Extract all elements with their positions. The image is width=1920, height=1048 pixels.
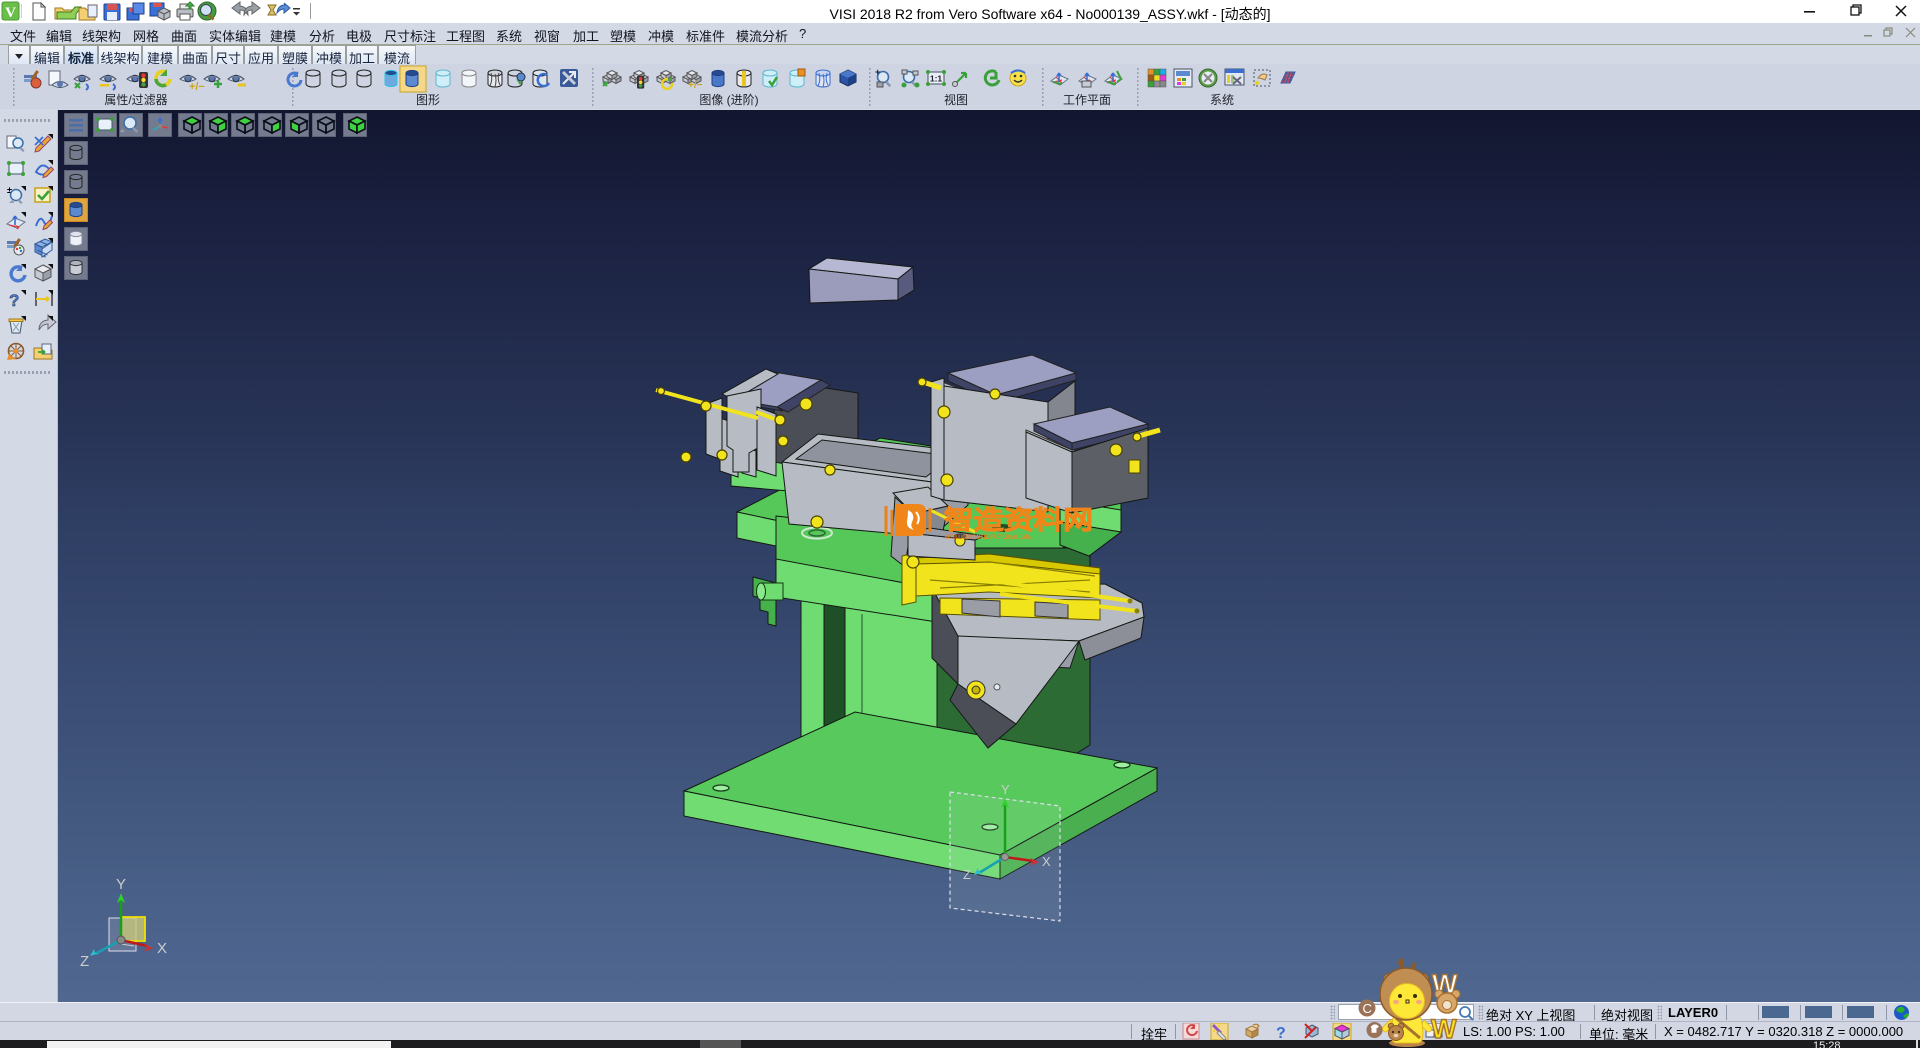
svg-text:Y: Y <box>1001 782 1010 797</box>
svg-text:智造资料网: 智造资料网 <box>944 505 1093 535</box>
svg-text:Y: Y <box>116 876 126 893</box>
svg-text:?: ? <box>9 291 19 310</box>
svg-text:W: W <box>1431 1014 1457 1044</box>
svg-text:INTELLIGENT MANUFACTURING DATA: INTELLIGENT MANUFACTURING DATA <box>945 534 1031 541</box>
svg-text:X: X <box>157 940 167 957</box>
svg-text:Z: Z <box>963 867 971 882</box>
svg-text:?: ? <box>1276 1025 1286 1041</box>
svg-text:C: C <box>1363 1001 1372 1016</box>
svg-text:X: X <box>1042 854 1051 869</box>
svg-text:Z: Z <box>80 953 89 970</box>
